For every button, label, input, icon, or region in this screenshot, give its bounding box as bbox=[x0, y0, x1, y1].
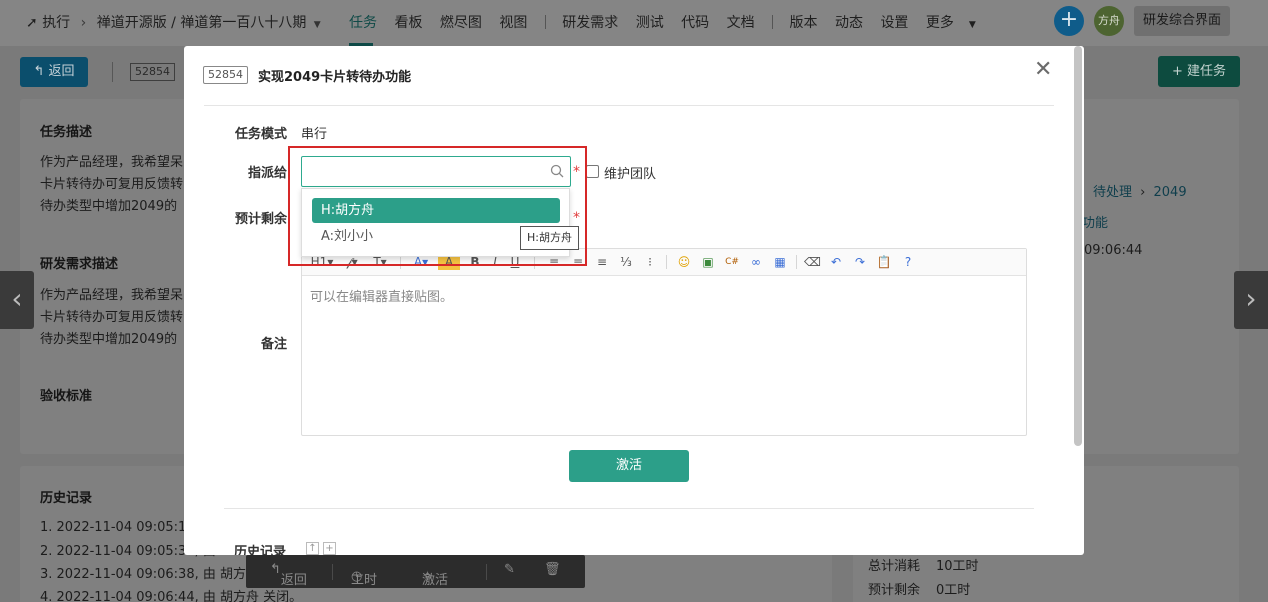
remark-editor[interactable]: H1▾ 𝒻▾ T▾ A▾ A B I U ≡ ≡ ≡ ⅓ ⁝ ☺ ▣ C# ∞ … bbox=[301, 248, 1027, 436]
nav-view[interactable]: 视图 bbox=[499, 15, 527, 31]
align-right-icon[interactable]: ≡ bbox=[594, 254, 610, 270]
toolbar-divider bbox=[332, 564, 333, 580]
nav-divider bbox=[544, 15, 546, 29]
modal-header-divider bbox=[204, 105, 1054, 106]
main-nav: 任务 看板 燃尽图 视图 研发需求 测试 代码 文档 版本 动态 设置 更多 ▼ bbox=[349, 12, 1002, 32]
mode-label: 任务模式 bbox=[235, 127, 288, 142]
chevron-down-icon[interactable]: ▼ bbox=[314, 20, 321, 30]
toolbar-divider bbox=[486, 564, 487, 580]
activate-task-modal: 52854 实现2049卡片转待办功能 ✕ 任务模式 串行 指派给 * 维护团队… bbox=[184, 46, 1084, 555]
story-desc-heading: 研发需求描述 bbox=[40, 257, 119, 272]
nav-more[interactable]: 更多 ▼ bbox=[926, 15, 989, 31]
highlight-annotation-box bbox=[288, 146, 587, 266]
maintain-team-label[interactable]: 维护团队 bbox=[604, 163, 656, 182]
avatar[interactable]: 方舟 bbox=[1094, 6, 1124, 36]
remaining-label: 预计剩余 bbox=[235, 212, 288, 227]
eraser-icon[interactable]: ⌫ bbox=[804, 254, 821, 270]
story-desc-line: 卡片转待办可复用反馈转 bbox=[40, 310, 184, 325]
create-task-button[interactable]: + 建任务 bbox=[1158, 56, 1240, 87]
redo-icon[interactable]: ↷ bbox=[852, 254, 868, 270]
bullet-list-icon[interactable]: ⁝ bbox=[642, 254, 658, 270]
maintain-team-checkbox[interactable] bbox=[586, 165, 599, 178]
ui-switch-button[interactable]: 研发综合界面 bbox=[1134, 6, 1231, 36]
code-icon[interactable]: C# bbox=[724, 254, 740, 270]
divider bbox=[112, 62, 113, 82]
nav-divider bbox=[772, 15, 774, 29]
breadcrumb-product[interactable]: 禅道开源版 bbox=[97, 15, 167, 31]
nav-kanban[interactable]: 看板 bbox=[394, 15, 422, 31]
nav-doc[interactable]: 文档 bbox=[727, 15, 755, 31]
consumed-value: 10工时 bbox=[936, 559, 979, 574]
chevron-right-icon: › bbox=[1245, 282, 1257, 315]
bottom-action-toolbar: ↰ 返回 ◷ 工时 ✧ 激活 ✎ 🗑 bbox=[246, 555, 585, 588]
editor-placeholder: 可以在编辑器直接贴图。 bbox=[310, 290, 454, 305]
task-desc-line: 待办类型中增加2049的 bbox=[40, 199, 178, 214]
link-icon[interactable]: ∞ bbox=[748, 254, 764, 270]
undo-icon[interactable]: ↶ bbox=[828, 254, 844, 270]
edit-icon[interactable]: ✎ bbox=[504, 562, 515, 577]
back-button[interactable]: ↰ 返回 bbox=[20, 57, 88, 87]
nav-task[interactable]: 任务 bbox=[349, 15, 377, 31]
close-icon[interactable]: ✕ bbox=[1034, 58, 1052, 82]
toolbar-divider bbox=[666, 255, 667, 269]
delete-icon[interactable]: 🗑 bbox=[544, 562, 561, 577]
task-desc-line: 卡片转待办可复用反馈转 bbox=[40, 177, 184, 192]
modal-history-label: 历史记录 bbox=[234, 545, 287, 555]
plus-icon: + bbox=[1059, 7, 1079, 32]
story-desc-line: 作为产品经理，我希望呆 bbox=[40, 288, 184, 303]
nav-burndown[interactable]: 燃尽图 bbox=[440, 15, 482, 31]
prev-arrow-button[interactable]: ‹ bbox=[0, 271, 34, 329]
history-heading: 历史记录 bbox=[40, 491, 93, 506]
paste-icon[interactable]: 📋 bbox=[876, 254, 892, 270]
task-desc-heading: 任务描述 bbox=[40, 125, 93, 140]
modal-title: 实现2049卡片转待办功能 bbox=[258, 70, 412, 85]
emoji-icon[interactable]: ☺ bbox=[676, 254, 692, 270]
breadcrumb-execute[interactable]: 执行 bbox=[42, 15, 70, 31]
help-icon[interactable]: ? bbox=[900, 254, 916, 270]
status-link[interactable]: 待处理 › 2049 bbox=[1093, 181, 1187, 200]
breadcrumb: ➚ 执行 › 禅道开源版 / 禅道第一百八十八期 ▼ bbox=[26, 12, 321, 32]
func-text: 功能 bbox=[1082, 216, 1109, 231]
remark-label: 备注 bbox=[261, 337, 288, 352]
breadcrumb-slash: / bbox=[171, 15, 181, 31]
expand-icon[interactable]: + bbox=[323, 542, 336, 555]
nav-test[interactable]: 测试 bbox=[636, 15, 664, 31]
image-icon[interactable]: ▣ bbox=[700, 254, 716, 270]
top-navbar: ➚ 执行 › 禅道开源版 / 禅道第一百八十八期 ▼ 任务 看板 燃尽图 视图 … bbox=[0, 0, 1268, 46]
table-icon[interactable]: ▦ bbox=[772, 254, 788, 270]
next-arrow-button[interactable]: › bbox=[1234, 271, 1268, 329]
collapse-icon[interactable]: ↑ bbox=[306, 542, 319, 555]
nav-story[interactable]: 研发需求 bbox=[562, 15, 618, 31]
remaining-label: 预计剩余 bbox=[868, 583, 921, 598]
modal-task-id-badge: 52854 bbox=[203, 66, 248, 84]
nav-build[interactable]: 版本 bbox=[790, 15, 818, 31]
story-desc-line: 待办类型中增加2049的 bbox=[40, 332, 178, 347]
breadcrumb-execution[interactable]: 禅道第一百八十八期 bbox=[180, 15, 306, 31]
nav-dynamic[interactable]: 动态 bbox=[835, 15, 863, 31]
task-desc-line: 作为产品经理，我希望呆 bbox=[40, 155, 184, 170]
back-icon: ↰ bbox=[33, 64, 45, 79]
global-create-button[interactable]: + bbox=[1054, 6, 1084, 36]
time-text: 09:06:44 bbox=[1084, 243, 1143, 258]
ordered-list-icon[interactable]: ⅓ bbox=[618, 254, 634, 270]
execute-icon: ➚ bbox=[26, 15, 38, 31]
breadcrumb-separator: › bbox=[80, 15, 87, 31]
consumed-label: 总计消耗 bbox=[868, 559, 921, 574]
task-id-badge: 52854 bbox=[130, 63, 175, 81]
assign-label: 指派给 bbox=[248, 166, 288, 181]
activate-button[interactable]: 激活 bbox=[569, 450, 689, 482]
acceptance-heading: 验收标准 bbox=[40, 389, 93, 404]
modal-divider bbox=[224, 508, 1034, 509]
remaining-value: 0工时 bbox=[936, 583, 971, 598]
mode-value: 串行 bbox=[301, 127, 328, 142]
nav-settings[interactable]: 设置 bbox=[880, 15, 908, 31]
toolbar-back-button[interactable]: ↰ 返回 bbox=[270, 562, 307, 588]
modal-scrollbar[interactable] bbox=[1074, 46, 1082, 446]
chevron-left-icon: ‹ bbox=[11, 282, 23, 315]
history-item: 4. 2022-11-04 09:06:44, 由 胡方舟 关闭。 bbox=[40, 590, 303, 602]
nav-code[interactable]: 代码 bbox=[681, 15, 709, 31]
toolbar-divider bbox=[796, 255, 797, 269]
